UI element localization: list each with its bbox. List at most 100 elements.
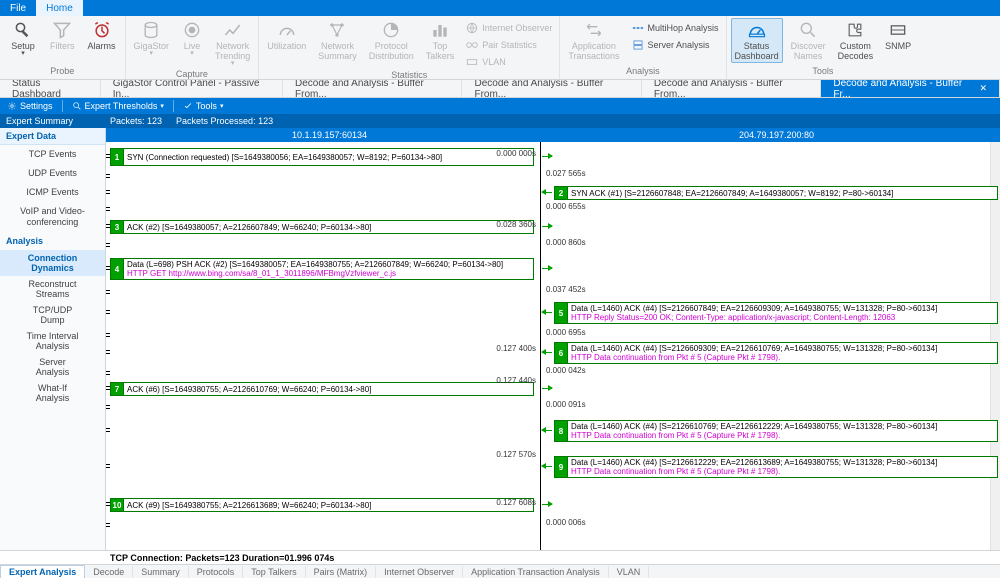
multihop-analysis-button[interactable]: MultiHop Analysis xyxy=(628,20,722,36)
packet-number: 5 xyxy=(554,302,568,324)
tab-app-transaction-analysis[interactable]: Application Transaction Analysis xyxy=(463,566,609,578)
funnel-icon xyxy=(52,20,72,40)
tab-vlan[interactable]: VLAN xyxy=(609,566,650,578)
packet-row[interactable]: 10 ACK (#9) [S=1649380755; A=2126613689;… xyxy=(110,498,534,512)
packet-row[interactable]: 7 ACK (#6) [S=1649380755; A=2126610769; … xyxy=(110,382,534,396)
tab-internet-observer[interactable]: Internet Observer xyxy=(376,566,463,578)
vlan-icon xyxy=(465,55,479,69)
internet-observer-button[interactable]: Internet Observer xyxy=(462,20,555,36)
packet-row[interactable]: 9 Data (L=1460) ACK (#4) [S=2126612229; … xyxy=(554,456,998,478)
expert-sidebar: Expert Data TCP Events UDP Events ICMP E… xyxy=(0,128,106,550)
doc-tab-decode-active[interactable]: Decode and Analysis - Buffer Fr... ✕ xyxy=(821,80,1000,97)
doc-tab-decode-2[interactable]: Decode and Analysis - Buffer From... xyxy=(462,80,641,97)
network-summary-button[interactable]: Network Summary xyxy=(314,18,361,63)
packet-detail: ACK (#6) [S=1649380755; A=2126610769; W=… xyxy=(127,385,530,394)
doc-tab-decode-1[interactable]: Decode and Analysis - Buffer From... xyxy=(283,80,462,97)
puzzle-icon xyxy=(845,20,865,40)
doc-tab-status-dashboard[interactable]: Status Dashboard xyxy=(0,80,101,97)
tab-expert-analysis[interactable]: Expert Analysis xyxy=(0,565,85,578)
packet-row[interactable]: 4 Data (L=698) PSH ACK (#2) [S=164938005… xyxy=(110,258,534,280)
packet-row[interactable]: 3 ACK (#2) [S=1649380057; A=2126607849; … xyxy=(110,220,534,234)
ladder-diagram[interactable]: 1 SYN (Connection requested) [S=16493800… xyxy=(106,142,1000,550)
gear-icon xyxy=(7,101,17,111)
dashboard-icon xyxy=(747,20,767,40)
close-icon[interactable]: ✕ xyxy=(979,83,987,94)
database-icon xyxy=(141,20,161,40)
axis-tick xyxy=(106,310,110,314)
chevron-down-icon: ▾ xyxy=(190,51,194,57)
tab-protocols[interactable]: Protocols xyxy=(189,566,244,578)
time-label: 0.000 091s xyxy=(546,400,586,409)
packet-row[interactable]: 6 Data (L=1460) ACK (#4) [S=2126609309; … xyxy=(554,342,998,364)
packet-http: HTTP Reply Status=200 OK; Content-Type: … xyxy=(571,313,994,322)
arrow-icon xyxy=(542,268,552,269)
sidebar-item-server-analysis[interactable]: Server Analysis xyxy=(0,354,105,380)
packet-number: 7 xyxy=(110,382,124,396)
sidebar-item-connection-dynamics[interactable]: Connection Dynamics xyxy=(0,250,105,276)
alarms-button[interactable]: Alarms xyxy=(83,18,121,53)
sidebar-item-tcp[interactable]: TCP Events xyxy=(0,145,105,164)
packet-number: 10 xyxy=(110,498,124,512)
utilization-button[interactable]: Utilization xyxy=(263,18,310,53)
tab-pairs-matrix[interactable]: Pairs (Matrix) xyxy=(306,566,377,578)
discover-names-button[interactable]: Discover Names xyxy=(787,18,830,63)
separator xyxy=(62,100,63,112)
packet-row[interactable]: 1 SYN (Connection requested) [S=16493800… xyxy=(110,148,534,166)
doc-tab-gigastor-control[interactable]: GigaStor Control Panel - Passive In... xyxy=(101,80,283,97)
axis-tick xyxy=(106,190,110,194)
chevron-down-icon: ▾ xyxy=(160,102,164,110)
ribbon-group-tools: Status Dashboard Discover Names Custom D… xyxy=(727,16,920,79)
packet-row[interactable]: 8 Data (L=1460) ACK (#4) [S=2126610769; … xyxy=(554,420,998,442)
sidebar-item-reconstruct-streams[interactable]: Reconstruct Streams xyxy=(0,276,105,302)
toolbar-settings-button[interactable]: Settings xyxy=(4,101,56,111)
protocol-distribution-button[interactable]: Protocol Distribution xyxy=(365,18,418,63)
top-talkers-button[interactable]: Top Talkers xyxy=(422,18,459,63)
setup-button[interactable]: Setup ▾ xyxy=(4,18,42,59)
packet-row[interactable]: 2 SYN ACK (#1) [S=2126607848; EA=2126607… xyxy=(554,186,998,200)
chevron-down-icon: ▾ xyxy=(231,61,235,67)
sidebar-item-time-interval[interactable]: Time Interval Analysis xyxy=(0,328,105,354)
summary-text: TCP Connection: Packets=123 Duration=01.… xyxy=(106,553,334,563)
toolbar-tools-button[interactable]: Tools ▾ xyxy=(180,101,227,111)
sidebar-item-udp[interactable]: UDP Events xyxy=(0,164,105,183)
toolbar-label: Tools xyxy=(196,101,217,111)
server-analysis-button[interactable]: Server Analysis xyxy=(628,37,722,53)
pie-icon xyxy=(381,20,401,40)
custom-decodes-button[interactable]: Custom Decodes xyxy=(834,18,878,63)
separator xyxy=(173,100,174,112)
live-button[interactable]: Live ▾ xyxy=(177,18,207,59)
vlan-button[interactable]: VLAN xyxy=(462,54,555,70)
gigastor-button[interactable]: GigaStor ▾ xyxy=(130,18,174,59)
doc-tab-label: Decode and Analysis - Buffer Fr... xyxy=(833,78,973,100)
pair-statistics-button[interactable]: Pair Statistics xyxy=(462,37,555,53)
tab-summary[interactable]: Summary xyxy=(133,566,189,578)
toolbar-thresholds-button[interactable]: Expert Thresholds ▾ xyxy=(69,101,167,111)
decode-toolbar: Settings Expert Thresholds ▾ Tools ▾ xyxy=(0,98,1000,114)
sidebar-head-expert-data[interactable]: Expert Data xyxy=(0,128,105,145)
sidebar-item-tcp-udp-dump[interactable]: TCP/UDP Dump xyxy=(0,302,105,328)
snmp-button[interactable]: SNMP xyxy=(881,18,915,53)
sidebar-item-what-if[interactable]: What-If Analysis xyxy=(0,380,105,406)
time-label: 0.000 695s xyxy=(546,328,586,337)
sidebar-item-icmp[interactable]: ICMP Events xyxy=(0,183,105,202)
packet-http: HTTP Data continuation from Pkt # 5 (Cap… xyxy=(571,431,994,440)
packet-row[interactable]: 5 Data (L=1460) ACK (#4) [S=2126607849; … xyxy=(554,302,998,324)
tab-file[interactable]: File xyxy=(0,0,36,16)
ribbon-group-capture: GigaStor ▾ Live ▾ Network Trending ▾ Cap… xyxy=(126,16,260,79)
arrow-icon xyxy=(542,388,552,389)
sidebar-item-voip[interactable]: VoIP and Video- conferencing xyxy=(0,202,105,232)
network-trending-button[interactable]: Network Trending ▾ xyxy=(211,18,254,69)
status-dashboard-button[interactable]: Status Dashboard xyxy=(731,18,783,63)
filters-button[interactable]: Filters xyxy=(46,18,79,53)
tab-top-talkers[interactable]: Top Talkers xyxy=(243,566,305,578)
time-label: 0.028 360s xyxy=(492,220,536,229)
packet-http: HTTP Data continuation from Pkt # 5 (Cap… xyxy=(571,353,994,362)
tab-home[interactable]: Home xyxy=(36,0,83,16)
application-transactions-button[interactable]: Application Transactions xyxy=(564,18,623,63)
packets-count: Packets: 123 xyxy=(110,116,162,126)
axis-tick xyxy=(106,371,110,375)
doc-tab-decode-3[interactable]: Decode and Analysis - Buffer From... xyxy=(642,80,821,97)
packet-detail: ACK (#9) [S=1649380755; A=2126613689; W=… xyxy=(127,501,530,510)
axis-tick xyxy=(106,386,110,390)
tab-decode[interactable]: Decode xyxy=(85,566,133,578)
